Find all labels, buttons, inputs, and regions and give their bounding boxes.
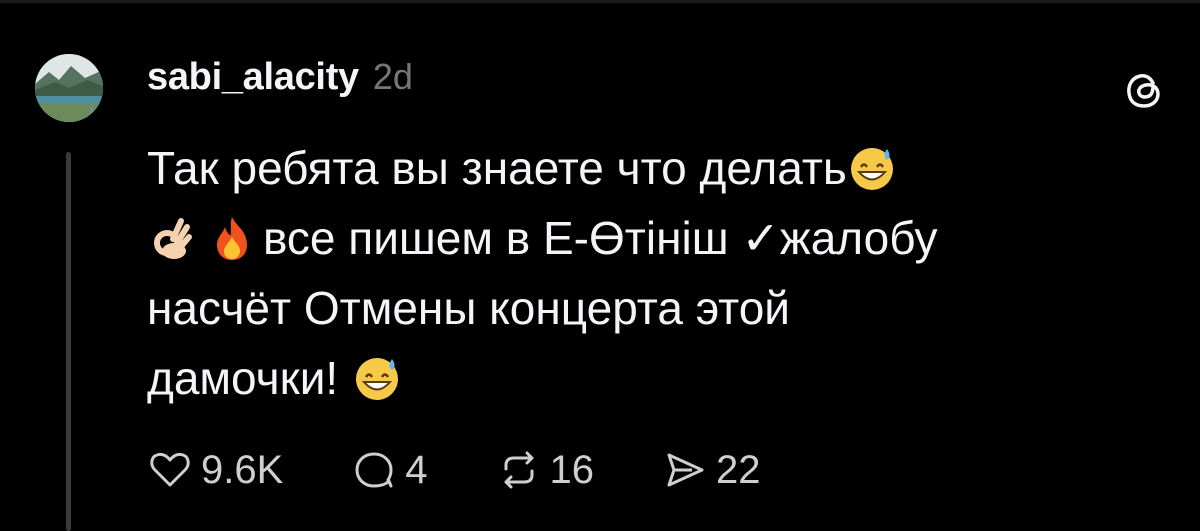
- send-icon: [667, 453, 704, 487]
- post-line-1: Так ребята вы знаете что делать: [147, 133, 1147, 203]
- post-header: sabi_alacity 2d: [147, 56, 413, 108]
- thread-post: sabi_alacity 2d Так ребята вы знаете что…: [0, 0, 1200, 531]
- like-button[interactable]: 9.6K: [147, 447, 283, 493]
- grinning-sweat-emoji: [356, 358, 399, 400]
- post-line-2: все пишем в Е-Өтініш ✓жалобу: [147, 203, 1147, 273]
- post-line-3: насчёт Отмены концерта этой: [147, 273, 1147, 343]
- username[interactable]: sabi_alacity: [147, 56, 359, 99]
- avatar[interactable]: [35, 54, 103, 122]
- post-line-3-text: насчёт Отмены концерта этой: [147, 282, 790, 334]
- fire-emoji: [217, 217, 247, 260]
- like-count: 9.6K: [201, 447, 284, 492]
- repost-button[interactable]: 16: [496, 447, 595, 493]
- post-line-2-text: все пишем в Е-Өтініш ✓жалобу: [263, 212, 938, 264]
- post-line-1-text: Так ребята вы знаете что делать: [147, 142, 847, 194]
- grinning-sweat-emoji: [850, 148, 893, 190]
- heart-icon: [150, 452, 190, 487]
- post-body: Так ребята вы знаете что делать все пише…: [147, 133, 1147, 413]
- ok-hand-emoji: [154, 218, 192, 259]
- action-bar: 9.6K 4 16 22: [147, 440, 829, 500]
- post-line-4-text: дамочки!: [147, 352, 339, 404]
- comment-icon: [355, 452, 393, 488]
- thread-line: [66, 152, 71, 531]
- reply-count: 4: [405, 447, 428, 492]
- threads-logo-icon[interactable]: [1122, 68, 1166, 112]
- repost-count: 16: [549, 447, 595, 492]
- reply-button[interactable]: 4: [351, 447, 428, 493]
- divider: [0, 0, 1200, 3]
- post-line-4: дамочки!: [147, 343, 1147, 413]
- repost-icon: [504, 451, 534, 489]
- share-button[interactable]: 22: [662, 447, 761, 493]
- timestamp: 2d: [372, 56, 413, 97]
- share-count: 22: [716, 447, 761, 492]
